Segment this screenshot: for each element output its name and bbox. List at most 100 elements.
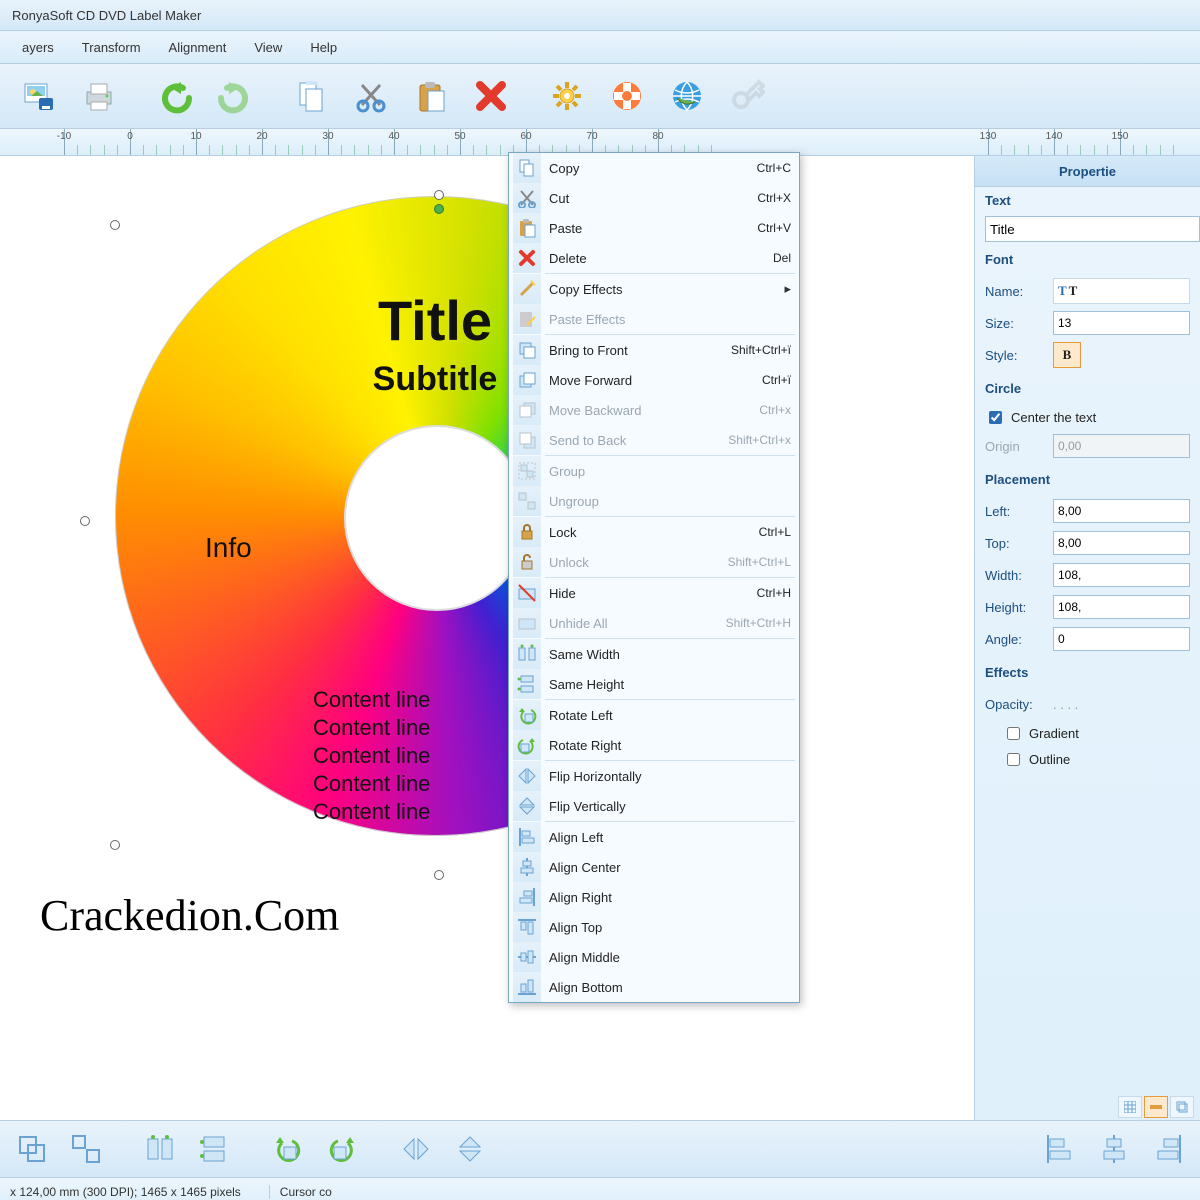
view-layers-icon[interactable] <box>1170 1096 1194 1118</box>
selection-handle[interactable] <box>80 516 90 526</box>
copy-button[interactable] <box>282 69 340 123</box>
save-image-button[interactable] <box>10 69 68 123</box>
ctx-paste[interactable]: PasteCtrl+V <box>509 213 799 243</box>
content-line: Content line <box>313 686 430 714</box>
settings-button[interactable] <box>538 69 596 123</box>
ungroup-button[interactable] <box>62 1127 110 1171</box>
ctx-rotate-left[interactable]: Rotate Left <box>509 700 799 730</box>
angle-input[interactable] <box>1053 627 1190 651</box>
menu-alignment[interactable]: Alignment <box>155 34 241 61</box>
app-title: RonyaSoft CD DVD Label Maker <box>12 8 201 23</box>
align-center-button[interactable] <box>1090 1127 1138 1171</box>
ctx-same-width[interactable]: Same Width <box>509 639 799 669</box>
align-right-button[interactable] <box>1144 1127 1192 1171</box>
ctx-lock[interactable]: LockCtrl+L <box>509 517 799 547</box>
font-size-input[interactable] <box>1053 311 1190 335</box>
selection-handle[interactable] <box>110 220 120 230</box>
ctx-label: Rotate Right <box>549 738 791 753</box>
ctx-label: Cut <box>549 191 757 206</box>
disc-content-text[interactable]: Content line Content line Content line C… <box>313 686 430 826</box>
alignl-icon <box>513 822 541 852</box>
rotation-handle[interactable] <box>434 204 444 214</box>
canvas[interactable]: Title Subtitle Info Content line Content… <box>0 156 974 1120</box>
center-text-checkbox[interactable] <box>989 411 1002 424</box>
menubar: ayers Transform Alignment View Help <box>0 31 1200 64</box>
ctx-align-right[interactable]: Align Right <box>509 882 799 912</box>
ctx-shortcut: Ctrl+L <box>759 525 791 539</box>
flip-vertical-button[interactable] <box>446 1127 494 1171</box>
panel-view-icons <box>1118 1096 1194 1118</box>
ctx-shortcut: Ctrl+ï <box>762 373 791 387</box>
ctx-copy[interactable]: CopyCtrl+C <box>509 153 799 183</box>
ctx-align-top[interactable]: Align Top <box>509 912 799 942</box>
rotate-left-button[interactable] <box>264 1127 312 1171</box>
ctx-label: Delete <box>549 251 773 266</box>
ctx-label: Copy Effects <box>549 282 778 297</box>
outline-label: Outline <box>1029 752 1070 767</box>
rotate-right-button[interactable] <box>318 1127 366 1171</box>
ctx-flip-horizontally[interactable]: Flip Horizontally <box>509 761 799 791</box>
alignb-icon <box>513 972 541 1002</box>
ctx-unlock: UnlockShift+Ctrl+L <box>509 547 799 577</box>
left-input[interactable] <box>1053 499 1190 523</box>
ctx-align-middle[interactable]: Align Middle <box>509 942 799 972</box>
flip-horizontal-button[interactable] <box>392 1127 440 1171</box>
ctx-flip-vertically[interactable]: Flip Vertically <box>509 791 799 821</box>
ctx-unhide-all: Unhide AllShift+Ctrl+H <box>509 608 799 638</box>
ctx-paste-effects: Paste Effects <box>509 304 799 334</box>
bold-button[interactable]: B <box>1053 342 1081 368</box>
same-height-button[interactable] <box>190 1127 238 1171</box>
align-left-button[interactable] <box>1036 1127 1084 1171</box>
selection-handle[interactable] <box>434 190 444 200</box>
menu-view[interactable]: View <box>240 34 296 61</box>
rotr-icon <box>513 730 541 760</box>
paste-button[interactable] <box>402 69 460 123</box>
ctx-cut[interactable]: CutCtrl+X <box>509 183 799 213</box>
front-icon <box>513 335 541 365</box>
ctx-align-left[interactable]: Align Left <box>509 822 799 852</box>
web-button[interactable] <box>658 69 716 123</box>
ctx-align-bottom[interactable]: Align Bottom <box>509 972 799 1002</box>
height-input[interactable] <box>1053 595 1190 619</box>
width-input[interactable] <box>1053 563 1190 587</box>
font-style-label: Style: <box>985 348 1045 363</box>
same-width-button[interactable] <box>136 1127 184 1171</box>
font-section-header: Font <box>975 246 1200 271</box>
ctx-label: Copy <box>549 161 757 176</box>
outline-checkbox[interactable] <box>1007 753 1020 766</box>
ctx-move-forward[interactable]: Move ForwardCtrl+ï <box>509 365 799 395</box>
key-button[interactable] <box>718 69 776 123</box>
redo-button[interactable] <box>206 69 264 123</box>
menu-layers[interactable]: ayers <box>8 34 68 61</box>
ctx-align-center[interactable]: Align Center <box>509 852 799 882</box>
titlebar: RonyaSoft CD DVD Label Maker <box>0 0 1200 31</box>
selection-handle[interactable] <box>110 840 120 850</box>
ctx-label: Align Middle <box>549 950 791 965</box>
ctx-bring-to-front[interactable]: Bring to FrontShift+Ctrl+ï <box>509 335 799 365</box>
ctx-copy-effects[interactable]: Copy Effects▸ <box>509 274 799 304</box>
menu-help[interactable]: Help <box>296 34 351 61</box>
content-line: Content line <box>313 770 430 798</box>
font-picker-button[interactable]: TT <box>1053 278 1190 304</box>
ctx-hide[interactable]: HideCtrl+H <box>509 578 799 608</box>
disc-info-text[interactable]: Info <box>205 532 252 564</box>
text-value-input[interactable] <box>985 216 1200 242</box>
cut-button[interactable] <box>342 69 400 123</box>
hide-icon <box>513 578 541 608</box>
ctx-same-height[interactable]: Same Height <box>509 669 799 699</box>
undo-button[interactable] <box>146 69 204 123</box>
ctx-rotate-right[interactable]: Rotate Right <box>509 730 799 760</box>
view-grid-icon[interactable] <box>1118 1096 1142 1118</box>
selection-handle[interactable] <box>434 870 444 880</box>
help-button[interactable] <box>598 69 656 123</box>
group-button[interactable] <box>8 1127 56 1171</box>
view-ruler-icon[interactable] <box>1144 1096 1168 1118</box>
top-input[interactable] <box>1053 531 1190 555</box>
delete-button[interactable] <box>462 69 520 123</box>
gradient-checkbox[interactable] <box>1007 727 1020 740</box>
properties-title: Propertie <box>975 156 1200 187</box>
print-button[interactable] <box>70 69 128 123</box>
ctx-delete[interactable]: DeleteDel <box>509 243 799 273</box>
main-toolbar <box>0 64 1200 129</box>
menu-transform[interactable]: Transform <box>68 34 155 61</box>
